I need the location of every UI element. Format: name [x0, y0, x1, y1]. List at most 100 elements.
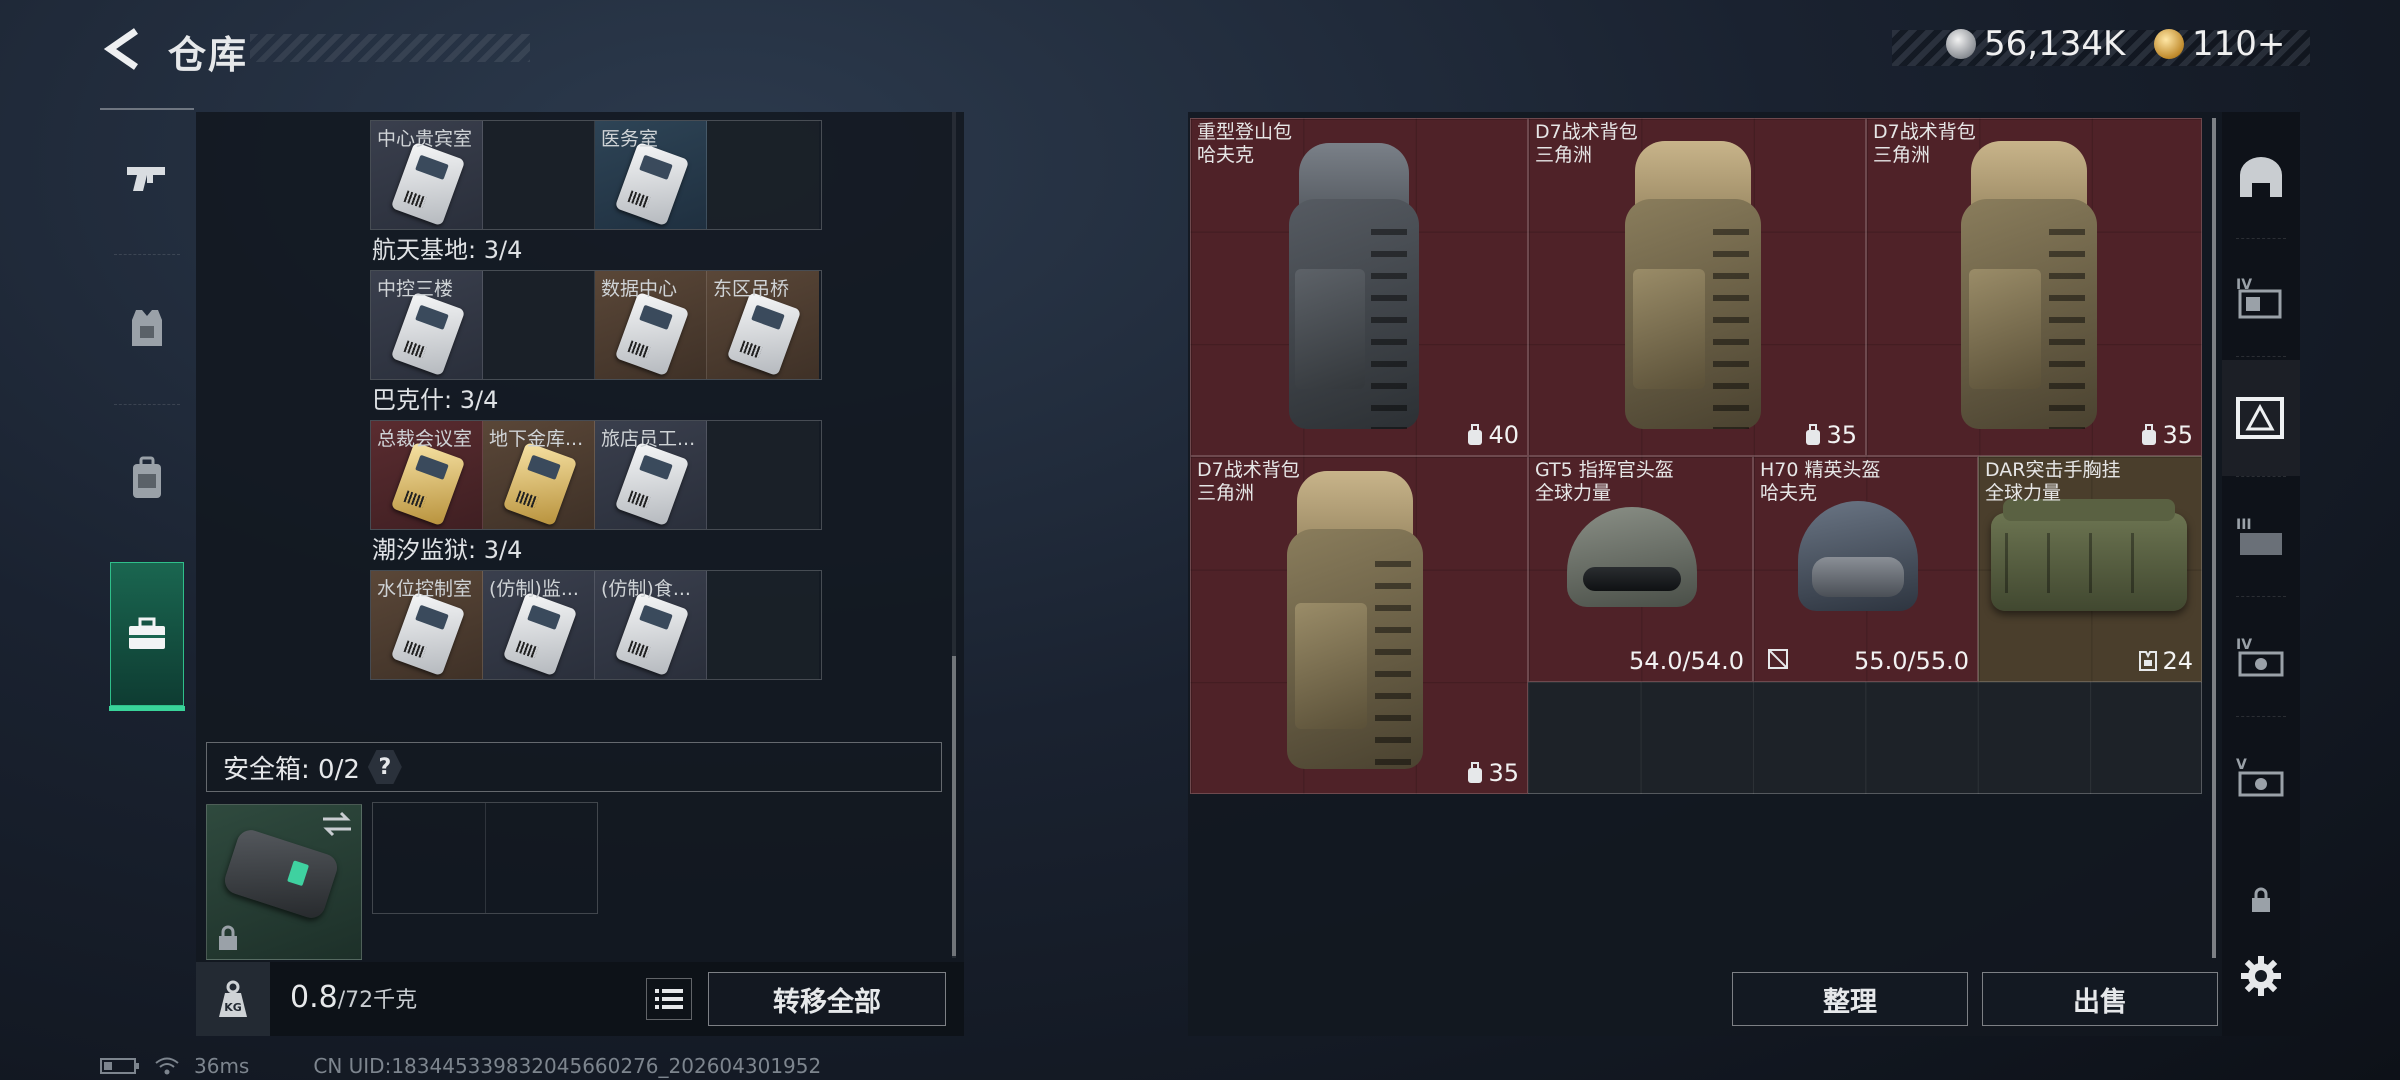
key-slot[interactable]: 医务室: [595, 121, 707, 229]
empty-key-slot: [707, 571, 819, 679]
key-label: 旅店员工...: [601, 428, 696, 450]
key-label: (仿制)监...: [489, 578, 579, 600]
back-button[interactable]: [100, 26, 146, 72]
weight-readout: 0.8/72千克: [290, 980, 417, 1015]
keycard-icon: [502, 441, 578, 527]
tab-containers[interactable]: [109, 562, 185, 711]
safebox-label: 安全箱: 0/2: [223, 754, 360, 785]
svg-text:KG: KG: [224, 1001, 242, 1014]
key-row: 中控三楼 数据中心 东区吊桥: [370, 270, 822, 380]
silver-coin-icon: [1946, 29, 1976, 59]
item-name: 重型登山包 哈夫克: [1197, 121, 1293, 166]
sort-button[interactable]: 整理: [1732, 972, 1968, 1026]
key-label: 中控三楼: [377, 278, 454, 300]
chest-rig-capacity-icon: [2139, 651, 2158, 671]
item-durability: 54.0/54.0: [1629, 647, 1744, 675]
backpack-capacity-icon: [1468, 762, 1483, 783]
warehouse-item[interactable]: GT5 指挥官头盔 全球力量 54.0/54.0: [1528, 456, 1753, 682]
svg-text:IV: IV: [2236, 637, 2252, 653]
item-capacity: 35: [2140, 421, 2193, 449]
warehouse-item[interactable]: H70 精英头盔 哈夫克 55.0/55.0: [1753, 456, 1978, 682]
helmet-slot-icon: [2240, 157, 2282, 197]
key-slot[interactable]: 中控三楼: [371, 271, 483, 379]
empty-key-slot: [483, 121, 595, 229]
key-slot[interactable]: (仿制)食...: [595, 571, 707, 679]
empty-safebox-slot: [373, 803, 486, 913]
gold-amount: 110+: [2192, 24, 2286, 64]
storage-iv-alt-icon: IV: [2236, 637, 2284, 677]
settings-gear-icon: [2241, 956, 2281, 996]
swap-icon[interactable]: [321, 811, 353, 841]
item-name: DAR突击手胸挂 全球力量: [1985, 459, 2121, 504]
backpack-capacity-icon: [2142, 424, 2157, 445]
tab-backpacks[interactable]: [100, 408, 194, 548]
back-arrow-icon: [103, 28, 138, 70]
storage-tab-equipment[interactable]: [2222, 120, 2300, 236]
key-slot[interactable]: 地下金库...: [483, 421, 595, 529]
key-label: 中心贵宾室: [377, 128, 473, 150]
list-view-button[interactable]: [646, 978, 692, 1020]
keycard-icon: [614, 141, 690, 227]
storage-tab-iv[interactable]: IV: [2222, 240, 2300, 356]
item-durability: 55.0/55.0: [1854, 647, 1969, 675]
key-label: 医务室: [601, 128, 659, 150]
status-bar: 36ms CN UID:1834453398320456602​76_20260…: [100, 1054, 821, 1078]
key-slot[interactable]: 总裁会议室: [371, 421, 483, 529]
uid-readout: CN UID:1834453398320456602​76_2026043019…: [313, 1054, 822, 1078]
warehouse-item[interactable]: DAR突击手胸挂 全球力量 24: [1978, 456, 2202, 682]
key-slot[interactable]: 水位控制室: [371, 571, 483, 679]
backpack-icon: [133, 456, 161, 498]
warehouse-item[interactable]: 重型登山包 哈夫克 40: [1190, 118, 1528, 456]
warehouse-item[interactable]: D7战术背包 三角洲 35: [1190, 456, 1528, 794]
gun-icon: [127, 167, 165, 191]
safebox-empty-slots: [372, 802, 598, 914]
key-label: 数据中心: [601, 278, 678, 300]
keycard-icon: [502, 591, 578, 677]
sell-button[interactable]: 出售: [1982, 972, 2218, 1026]
toolbox-icon: [129, 617, 165, 649]
transfer-all-button[interactable]: 转移全部: [708, 972, 946, 1026]
help-button[interactable]: ?: [367, 750, 402, 784]
safebox-header: 安全箱: 0/2 ?: [206, 742, 942, 792]
key-slot[interactable]: (仿制)监...: [483, 571, 595, 679]
key-row: 总裁会议室 地下金库... 旅店员工...: [370, 420, 822, 530]
key-label: 东区吊桥: [713, 278, 790, 300]
tab-weapons[interactable]: [100, 108, 194, 248]
key-label: 地下金库...: [489, 428, 584, 450]
item-capacity: 35: [1804, 421, 1857, 449]
storage-tab-iii[interactable]: III: [2222, 480, 2300, 596]
page-title: 仓库: [168, 33, 249, 77]
storage-tab-v[interactable]: V: [2222, 720, 2300, 836]
category-tab-rail: [100, 108, 194, 712]
key-slot[interactable]: 中心贵宾室: [371, 121, 483, 229]
container-scrollbar-thumb[interactable]: [952, 656, 956, 956]
title-decoration: [250, 34, 530, 62]
empty-key-slot: [707, 121, 819, 229]
keycard-icon: [390, 441, 466, 527]
tab-armor[interactable]: [100, 258, 194, 398]
wifi-icon: [155, 1057, 179, 1075]
item-name: H70 精英头盔 哈夫克: [1760, 459, 1881, 504]
weight-max: /72千克: [337, 988, 418, 1013]
empty-key-slot: [707, 421, 819, 529]
warehouse-item[interactable]: D7战术背包 三角洲 35: [1528, 118, 1866, 456]
storage-tab-expand[interactable]: [2222, 360, 2300, 476]
safebox-slot[interactable]: [206, 804, 362, 960]
map-title: 潮汐监狱: 3/4: [372, 536, 523, 564]
key-slot[interactable]: 东区吊桥: [707, 271, 819, 379]
key-slot[interactable]: 旅店员工...: [595, 421, 707, 529]
key-slot[interactable]: 数据中心: [595, 271, 707, 379]
no-repair-icon: [1766, 647, 1790, 675]
warehouse-item[interactable]: D7战术背包 三角洲 35: [1866, 118, 2202, 456]
currency-gold: 110+: [2154, 24, 2285, 64]
warehouse-scrollbar[interactable]: [2212, 118, 2216, 958]
key-label: (仿制)食...: [601, 578, 691, 600]
storage-tab-iv-alt[interactable]: IV: [2222, 600, 2300, 716]
ping-readout: 36ms: [194, 1054, 250, 1078]
empty-key-slot: [483, 271, 595, 379]
storage-v-icon: V: [2236, 757, 2284, 797]
settings-button[interactable]: [2222, 918, 2300, 1034]
storage-expand-icon: [2236, 397, 2284, 439]
keycard-icon: [614, 591, 690, 677]
list-icon: [655, 989, 683, 1009]
